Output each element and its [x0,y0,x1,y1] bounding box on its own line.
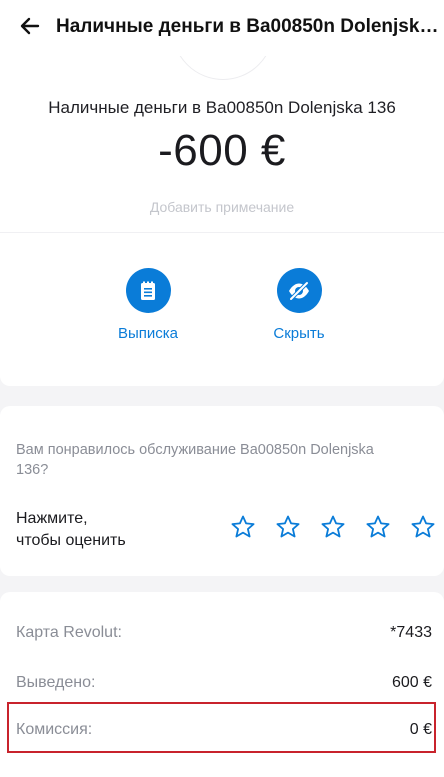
hide-icon-circle [276,268,322,313]
fee-highlight-box [7,702,436,753]
detail-label: Карта Revolut: [16,624,122,641]
rating-card: Вам понравилось обслуживание Ba00850n Do… [0,406,444,576]
detail-row-withdrawn: Выведено: 600 € [0,669,444,699]
rating-question: Вам понравилось обслуживание Ba00850n Do… [16,442,374,478]
star-1-icon[interactable] [228,512,258,542]
add-note-link[interactable]: Добавить примечание [0,199,444,215]
top-bar: Наличные деньги в Ba00850n Dolenjska 136 [0,0,444,56]
merchant-avatar [172,56,274,80]
hide-eye-icon [289,280,309,301]
star-2-icon[interactable] [273,512,303,542]
detail-value: 600 € [391,674,432,691]
hide-button[interactable]: Скрыть [239,268,359,342]
hide-label: Скрыть [273,325,325,342]
back-arrow-icon [20,17,40,35]
detail-value: *7433 [390,624,432,641]
transaction-details-screen: Наличные деньги в Ba00850n Dolenjska 136… [0,0,444,777]
statement-label: Выписка [117,325,179,342]
detail-label: Выведено: [16,674,96,691]
detail-row-card: Карта Revolut: *7433 [0,619,444,649]
back-button[interactable] [14,10,46,42]
star-4-icon[interactable] [363,512,393,542]
statement-button[interactable]: Выписка [88,268,208,342]
rating-hint: Нажмите, чтобы оценить [16,510,126,549]
star-rating [228,512,438,542]
transaction-amount: -600 € [158,126,286,175]
statement-icon [141,281,155,300]
merchant-name: Наличные деньги в Ba00850n Dolenjska 136 [48,98,396,117]
star-3-icon[interactable] [318,512,348,542]
statement-icon-circle [125,268,171,313]
page-title: Наличные деньги в Ba00850n Dolenjska 136 [56,16,440,37]
divider [0,232,444,233]
star-5-icon[interactable] [408,512,438,542]
details-card: Карта Revolut: *7433 Выведено: 600 € Ком… [0,592,444,777]
transaction-summary-card: Наличные деньги в Ba00850n Dolenjska 136… [0,56,444,386]
